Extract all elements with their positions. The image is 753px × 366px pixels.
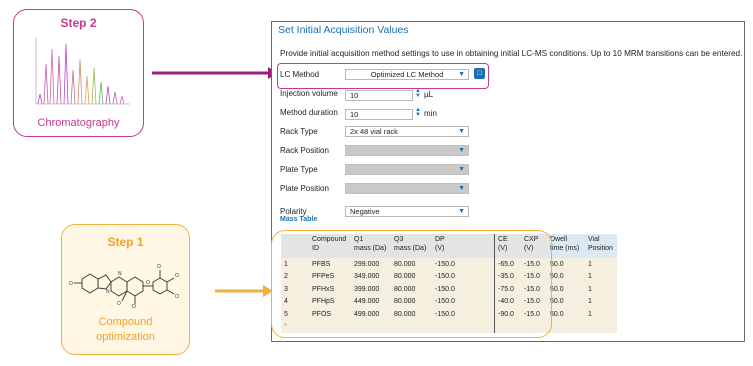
step2-caption: Chromatography (37, 117, 120, 129)
table-cell[interactable]: 50.0 (547, 295, 585, 308)
table-cell[interactable]: 50.0 (547, 308, 585, 321)
panel-title: Set Initial Acquisition Values (278, 24, 409, 36)
rack-position-label: Rack Position (280, 146, 329, 155)
injection-volume-label: Injection volume (280, 89, 338, 98)
table-cell (547, 320, 585, 333)
method-duration-stepper[interactable]: ▲ ▼ (415, 107, 421, 118)
step1-caption-line1: Compound (98, 316, 153, 328)
injection-volume-stepper[interactable]: ▲ ▼ (415, 88, 421, 99)
chromatogram-peak (91, 67, 97, 105)
panel-description: Provide initial acquisition method setti… (280, 49, 743, 58)
injection-volume-input[interactable]: 10 (345, 90, 413, 101)
plate-position-select[interactable]: ▼ (345, 183, 469, 194)
table-cell[interactable]: 50.0 (547, 258, 585, 271)
polarity-label: Polarity (280, 207, 307, 216)
rack-position-select[interactable]: ▼ (345, 145, 469, 156)
step1-caption-line2: optimization (96, 331, 155, 343)
svg-text:O: O (132, 304, 136, 309)
table-cell[interactable]: 50.0 (547, 283, 585, 296)
table-cell[interactable]: 1 (585, 295, 617, 308)
arrow-to-mass-table (215, 285, 273, 297)
injection-volume-unit: µL (424, 90, 434, 99)
chromatogram-peak (84, 75, 90, 105)
chromatogram-peak (63, 43, 69, 105)
table-cell[interactable]: 1 (585, 283, 617, 296)
step1-title: Step 1 (107, 235, 144, 249)
svg-text:O: O (69, 281, 73, 287)
polarity-value: Negative (350, 207, 380, 216)
polarity-select[interactable]: Negative ▼ (345, 206, 469, 217)
mass-table-label: Mass Table (280, 216, 318, 223)
chromatogram-peak (105, 85, 111, 105)
col-header-vial-position-text: Vial Position (588, 236, 613, 252)
step1-card: Step 1 O N N O O O O O O Compound optimization (61, 224, 190, 355)
plate-type-label: Plate Type (280, 165, 318, 174)
step2-title: Step 2 (60, 16, 97, 30)
method-duration-input[interactable]: 10 (345, 109, 413, 120)
method-duration-unit: min (424, 109, 437, 118)
chevron-down-icon: ▼ (458, 166, 465, 173)
mass-table-highlight (271, 230, 552, 338)
method-duration-label: Method duration (280, 108, 338, 117)
chromatogram-peak (56, 55, 62, 105)
arrow-to-lc-method (152, 67, 278, 79)
chromatogram-peak (43, 63, 49, 105)
chromatogram-peak (119, 95, 125, 105)
step2-card: Step 2 Chromatography (13, 9, 144, 137)
chromatogram-peak (49, 48, 55, 105)
chromatogram-peak (112, 91, 118, 105)
col-header-dwell-text: Dwell time (ms) (550, 236, 580, 252)
table-cell[interactable]: 1 (585, 308, 617, 321)
svg-text:N: N (106, 289, 110, 295)
chromatogram-peak (98, 81, 104, 105)
table-cell[interactable]: 1 (585, 258, 617, 271)
svg-text:N: N (118, 271, 122, 277)
chevron-down-icon: ▼ (458, 128, 465, 135)
svg-text:O: O (117, 301, 121, 307)
chromatogram-peak (70, 69, 76, 105)
chromatogram-peak (77, 59, 83, 105)
rack-type-select[interactable]: 2x 48 vial rack ▼ (345, 126, 469, 137)
col-header-vial-position: Vial Position (585, 234, 617, 258)
chromatogram-thumbnail (35, 38, 130, 105)
plate-position-label: Plate Position (280, 184, 329, 193)
lc-method-highlight (277, 63, 489, 89)
chromatogram-peak (37, 93, 43, 105)
table-cell[interactable]: 50.0 (547, 270, 585, 283)
svg-text:O: O (175, 273, 179, 279)
plate-type-select[interactable]: ▼ (345, 164, 469, 175)
molecule-structure-icon: O N N O O O O O O (69, 264, 179, 309)
svg-text:O: O (146, 280, 150, 286)
table-cell[interactable]: 1 (585, 270, 617, 283)
rack-type-value: 2x 48 vial rack (350, 127, 398, 136)
col-header-dwell: Dwell time (ms) (547, 234, 585, 258)
chevron-down-icon: ▼ (458, 208, 465, 215)
rack-type-label: Rack Type (280, 127, 318, 136)
svg-text:O: O (175, 294, 179, 300)
table-cell (585, 320, 617, 333)
svg-text:O: O (157, 264, 161, 270)
step1-caption: Compound optimization (62, 315, 189, 345)
chevron-down-icon: ▼ (458, 185, 465, 192)
chevron-down-icon: ▼ (458, 147, 465, 154)
